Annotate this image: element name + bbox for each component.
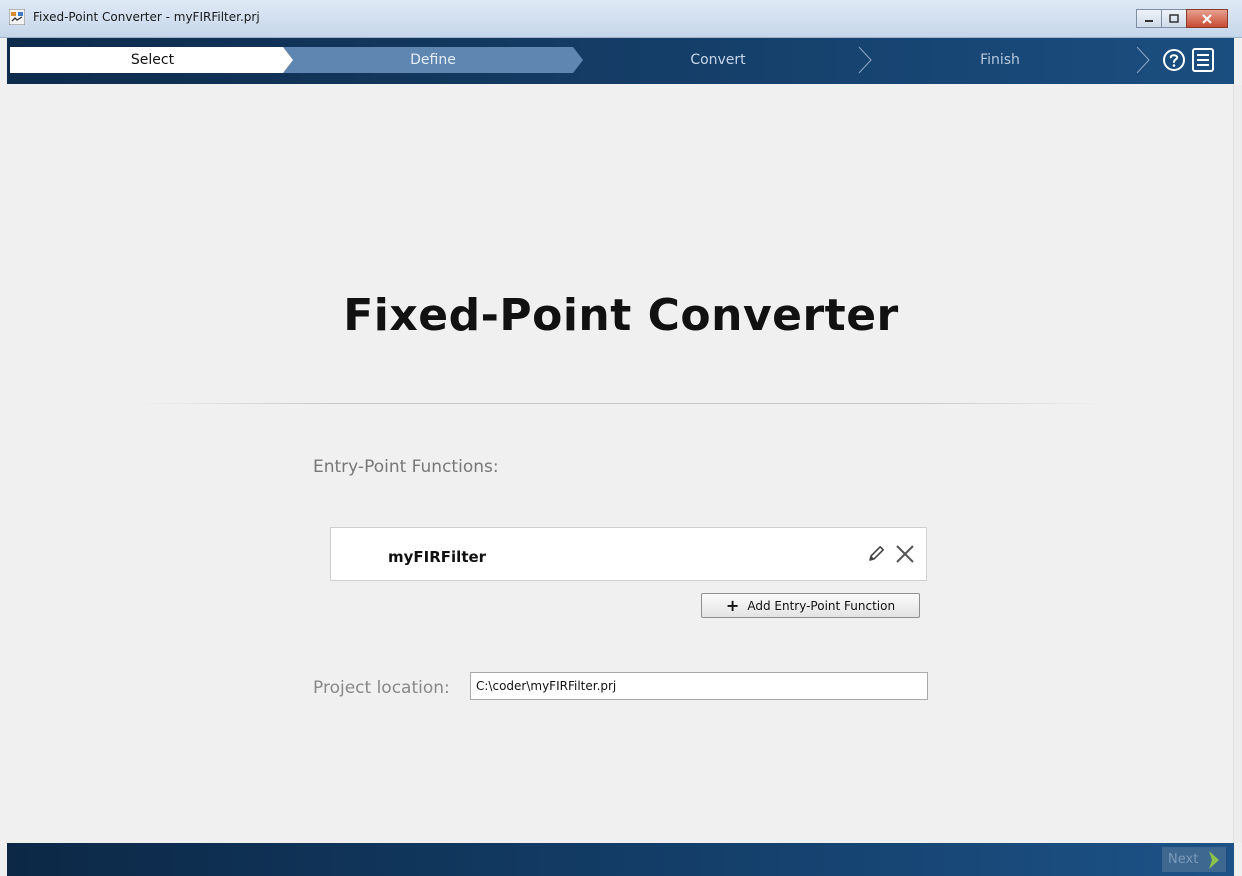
maximize-icon [1169, 14, 1179, 23]
window-title: Fixed-Point Converter - myFIRFilter.prj [33, 10, 260, 24]
plus-icon: + [725, 595, 740, 615]
bottom-bar: Next [7, 843, 1234, 876]
window-controls [1136, 9, 1228, 28]
step-define[interactable]: Define [283, 47, 583, 73]
edit-icon[interactable] [866, 544, 886, 564]
step-select[interactable]: Select [10, 47, 295, 73]
step-finish[interactable]: Finish [853, 47, 1147, 73]
minimize-icon [1145, 19, 1153, 22]
title-bar: Fixed-Point Converter - myFIRFilter.prj [0, 0, 1242, 38]
app-icon [9, 9, 25, 25]
chevron-right-icon [1209, 851, 1219, 869]
entry-point-name: myFIRFilter [388, 548, 487, 566]
minimize-button[interactable] [1136, 9, 1162, 28]
add-entry-point-label: Add Entry-Point Function [747, 598, 896, 613]
remove-icon[interactable] [894, 543, 916, 565]
scrollbar[interactable] [1233, 85, 1242, 843]
add-entry-point-button[interactable]: + Add Entry-Point Function [701, 593, 920, 618]
close-window-button[interactable] [1186, 9, 1228, 28]
maximize-button[interactable] [1161, 9, 1187, 28]
workflow-bar: Select Define Convert Finish [7, 38, 1234, 84]
help-icon[interactable] [1162, 48, 1186, 72]
project-location-field[interactable] [470, 672, 928, 700]
project-location-label: Project location: [313, 678, 450, 698]
step-convert[interactable]: Convert [573, 47, 863, 73]
app-window: Fixed-Point Converter - myFIRFilter.prj … [0, 0, 1242, 876]
entry-points-label: Entry-Point Functions: [313, 457, 499, 477]
close-icon [1202, 13, 1212, 24]
menu-icon[interactable] [1191, 48, 1215, 72]
divider [135, 403, 1110, 404]
entry-point-item[interactable]: myFIRFilter [330, 527, 927, 581]
page-title: Fixed-Point Converter [343, 290, 899, 341]
next-button[interactable]: Next [1162, 847, 1226, 872]
next-label: Next [1168, 852, 1199, 867]
